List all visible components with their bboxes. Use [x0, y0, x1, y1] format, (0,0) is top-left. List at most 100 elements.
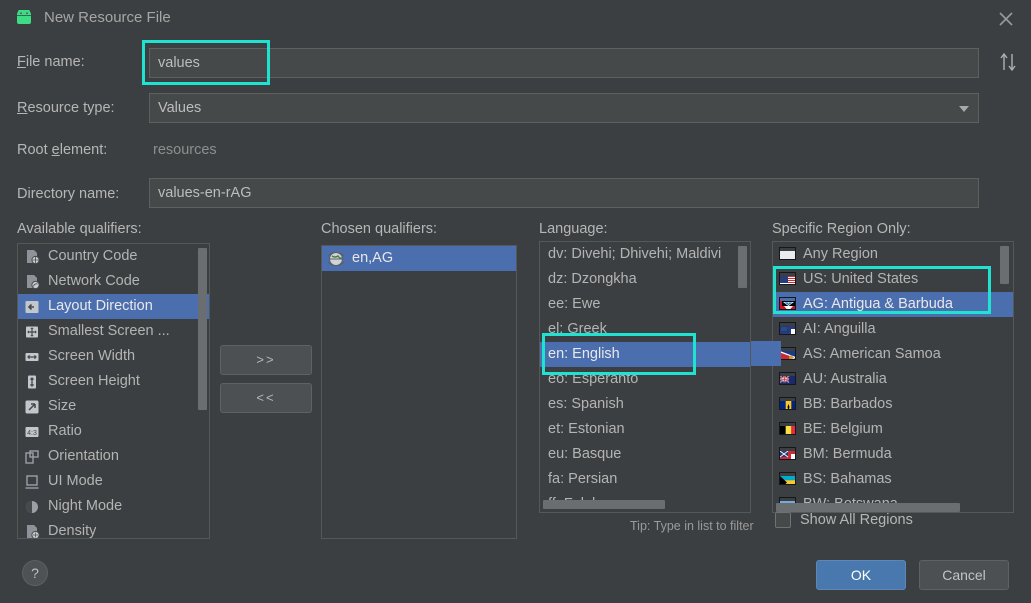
ratio-icon: 4:3: [24, 424, 41, 439]
region-item[interactable]: AI: Anguilla: [773, 317, 1013, 342]
language-heading: Language:: [539, 221, 608, 237]
language-item[interactable]: en: English: [540, 342, 750, 367]
language-item[interactable]: eo: Esperanto: [540, 367, 750, 392]
available-qualifier-item[interactable]: Size: [18, 394, 209, 419]
window-title: New Resource File: [44, 9, 171, 26]
available-qualifier-item[interactable]: Orientation: [18, 444, 209, 469]
resource-type-combo[interactable]: Values: [149, 93, 979, 123]
ag-flag-icon: [779, 297, 796, 312]
available-qualifier-item[interactable]: Smallest Screen ...: [18, 319, 209, 344]
ai-flag-icon: [779, 322, 796, 337]
language-item[interactable]: ee: Ewe: [540, 292, 750, 317]
close-icon[interactable]: [997, 10, 1015, 28]
au-flag-icon: [779, 372, 796, 387]
available-qualifiers-list[interactable]: Country Code Network Code Layout Direction…: [17, 243, 210, 539]
network-code-icon: [24, 274, 41, 290]
screen-width-icon: [24, 349, 41, 364]
region-list[interactable]: Any Region US: United States AG: Antigua &…: [772, 241, 1014, 513]
bb-flag-icon: [779, 397, 796, 412]
screen-height-icon: [24, 374, 41, 389]
available-qualifier-item[interactable]: Screen Height: [18, 369, 209, 394]
language-item-label: eu: Basque: [548, 446, 622, 462]
available-qualifier-item-label: Screen Width: [48, 348, 136, 364]
bs-flag-icon: [779, 472, 796, 487]
region-item[interactable]: AS: American Samoa: [773, 342, 1013, 367]
language-item[interactable]: et: Estonian: [540, 417, 750, 442]
chosen-qualifiers-list[interactable]: en,AG: [321, 245, 517, 539]
available-qualifier-item-label: Network Code: [48, 273, 140, 289]
language-item[interactable]: fa: Persian: [540, 467, 750, 492]
region-item[interactable]: BE: Belgium: [773, 417, 1013, 442]
language-list-hscrollbar[interactable]: [543, 500, 665, 509]
root-element-label-text: lement:: [59, 142, 108, 158]
svg-text:4:3: 4:3: [27, 430, 37, 437]
smallest-screen-icon: [24, 324, 41, 339]
available-qualifier-item-label: Layout Direction: [48, 298, 153, 314]
available-qualifier-item-label: Size: [48, 398, 77, 414]
night-mode-icon: [24, 499, 41, 514]
region-item[interactable]: BM: Bermuda: [773, 442, 1013, 467]
language-filter-tip: Tip: Type in list to filter: [630, 519, 754, 533]
region-item-label: BM: Bermuda: [803, 446, 892, 462]
us-flag-icon: [779, 272, 796, 287]
region-list-scrollbar[interactable]: [1000, 246, 1009, 284]
available-qualifier-item[interactable]: Screen Width: [18, 344, 209, 369]
help-button[interactable]: ?: [22, 560, 48, 586]
chosen-qualifiers-heading: Chosen qualifiers:: [321, 221, 438, 237]
layout-direction-icon: [24, 299, 41, 314]
ok-button[interactable]: OK: [816, 560, 906, 590]
language-item[interactable]: es: Spanish: [540, 392, 750, 417]
title-bar: New Resource File: [0, 0, 1031, 36]
language-item[interactable]: el: Greek: [540, 317, 750, 342]
region-item[interactable]: AU: Australia: [773, 367, 1013, 392]
country-code-icon: [24, 249, 41, 265]
region-item[interactable]: AG: Antigua & Barbuda: [773, 292, 1013, 317]
available-qualifier-item[interactable]: Network Code: [18, 269, 209, 294]
cancel-button[interactable]: Cancel: [919, 560, 1009, 590]
show-all-regions-label: Show All Regions: [800, 512, 913, 528]
region-item[interactable]: Any Region: [773, 242, 1013, 267]
available-qualifier-item[interactable]: Density: [18, 519, 209, 538]
language-item-label: en: English: [548, 346, 620, 362]
region-item-label: AI: Anguilla: [803, 321, 876, 337]
show-all-regions-checkbox[interactable]: Show All Regions: [775, 512, 913, 528]
language-item[interactable]: dv: Divehi; Dhivehi; Maldivi: [540, 242, 750, 267]
available-qualifier-item-label: Ratio: [48, 423, 82, 439]
available-qualifier-item-label: Orientation: [48, 448, 119, 464]
language-item-label: eo: Esperanto: [548, 371, 639, 387]
language-item-label: el: Greek: [548, 321, 607, 337]
chosen-heading-text: hosen qualifiers:: [331, 221, 438, 237]
chosen-qualifier-item[interactable]: en,AG: [322, 246, 516, 271]
language-selection-overflow: [751, 341, 781, 366]
resource-type-label-text: esource type:: [27, 100, 115, 116]
available-qualifier-item[interactable]: 4:3 Ratio: [18, 419, 209, 444]
region-list-hscrollbar[interactable]: [776, 503, 960, 512]
language-item-label: dz: Dzongkha: [548, 271, 637, 287]
language-item[interactable]: dz: Dzongkha: [540, 267, 750, 292]
available-qualifier-item[interactable]: UI Mode: [18, 469, 209, 494]
region-item-label: BB: Barbados: [803, 396, 893, 412]
region-item[interactable]: BB: Barbados: [773, 392, 1013, 417]
sort-updown-icon[interactable]: [997, 50, 1019, 74]
root-element-label: Root element:: [17, 142, 108, 158]
blank-flag-icon: [779, 247, 796, 262]
language-list[interactable]: dv: Divehi; Dhivehi; Maldivi dz: Dzongkha…: [539, 241, 751, 513]
language-list-scrollbar[interactable]: [738, 246, 747, 288]
directory-name-input[interactable]: [149, 178, 979, 208]
available-list-scrollbar[interactable]: [198, 248, 207, 410]
file-name-label-text: ile name:: [25, 54, 85, 70]
region-heading: Specific Region Only:: [772, 221, 911, 237]
region-item[interactable]: US: United States: [773, 267, 1013, 292]
add-qualifier-button[interactable]: >>: [220, 345, 312, 375]
remove-qualifier-button[interactable]: <<: [220, 383, 312, 413]
language-item[interactable]: eu: Basque: [540, 442, 750, 467]
available-qualifier-item-label: Night Mode: [48, 498, 123, 514]
language-item-label: ee: Ewe: [548, 296, 601, 312]
language-item-label: dv: Divehi; Dhivehi; Maldivi: [548, 246, 722, 262]
available-qualifier-item[interactable]: Country Code: [18, 244, 209, 269]
available-qualifier-item[interactable]: Layout Direction: [18, 294, 209, 319]
file-name-input[interactable]: [149, 48, 979, 78]
region-item[interactable]: BS: Bahamas: [773, 467, 1013, 492]
region-item-label: AU: Australia: [803, 371, 887, 387]
available-qualifier-item[interactable]: Night Mode: [18, 494, 209, 519]
